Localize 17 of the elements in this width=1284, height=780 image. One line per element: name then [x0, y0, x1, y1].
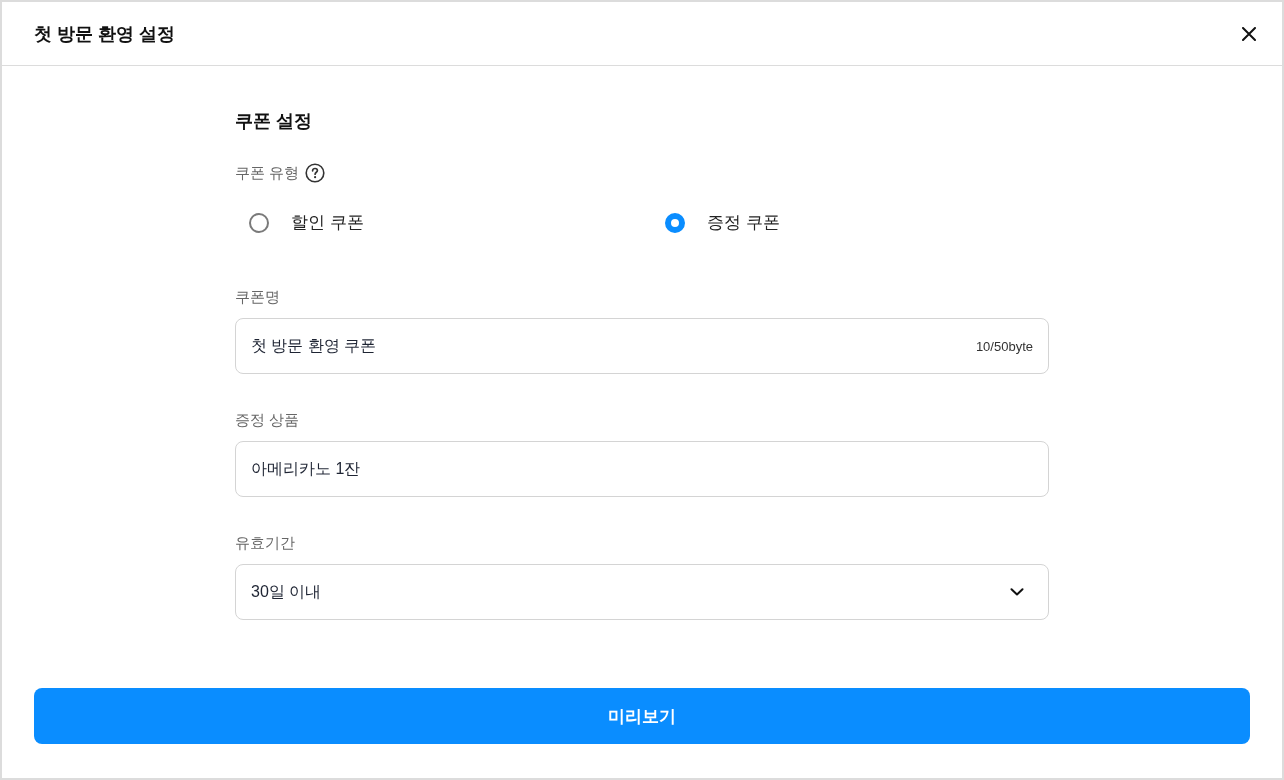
field-label: 유효기간: [235, 533, 296, 553]
text-field[interactable]: 아메리카노 1잔: [235, 441, 1049, 497]
radio-option[interactable]: 증정 쿠폰: [665, 211, 780, 235]
radio-button[interactable]: [665, 213, 685, 233]
field-label: 쿠폰 유형: [235, 163, 300, 183]
dialog-title: 첫 방문 환영 설정: [34, 22, 175, 46]
radio-button[interactable]: [249, 213, 269, 233]
close-icon[interactable]: [1242, 26, 1256, 41]
select-field[interactable]: 30일 이내: [235, 564, 1049, 620]
chevron-down-icon: [1010, 588, 1024, 596]
field-label: 증정 상품: [235, 410, 301, 430]
byte-counter: 10/50byte: [975, 338, 1033, 354]
help-icon[interactable]: [305, 163, 326, 183]
radio-option[interactable]: 할인 쿠폰: [249, 211, 364, 235]
field-label: 쿠폰명: [235, 287, 281, 307]
text-field[interactable]: 첫 방문 환영 쿠폰 10/50byte: [235, 318, 1049, 374]
section-title: 쿠폰 설정: [235, 110, 313, 133]
